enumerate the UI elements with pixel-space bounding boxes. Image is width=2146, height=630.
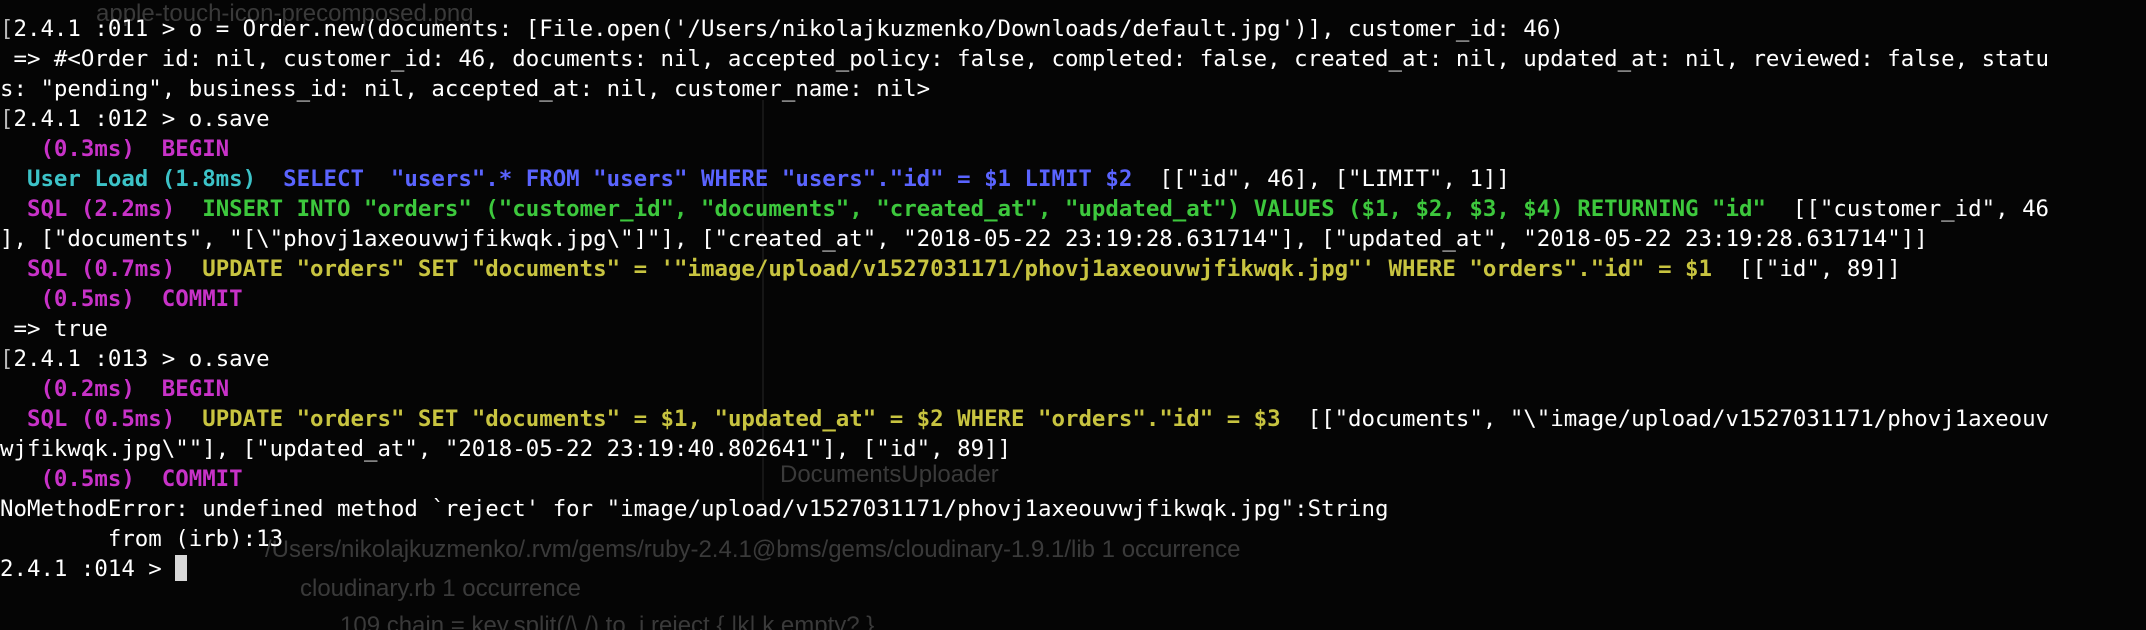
terminal-text-segment: (0.2ms) BEGIN	[0, 376, 230, 402]
terminal-line: [2.4.1 :011 > o = Order.new(documents: […	[0, 14, 2146, 44]
terminal-text-segment: 2.4.1 :011 > o = Order.new(documents: [F…	[13, 16, 1564, 42]
terminal-line: from (irb):13	[0, 524, 2146, 554]
terminal-line: wjfikwqk.jpg\""], ["updated_at", "2018-0…	[0, 434, 2146, 464]
terminal-line: (0.5ms) COMMIT	[0, 284, 2146, 314]
terminal-text-segment: [["id", 89]]	[1712, 256, 1901, 282]
terminal-text-segment: wjfikwqk.jpg\""], ["updated_at", "2018-0…	[0, 436, 1012, 462]
terminal-line: (0.5ms) COMMIT	[0, 464, 2146, 494]
terminal-line: (0.3ms) BEGIN	[0, 134, 2146, 164]
terminal-line: s: "pending", business_id: nil, accepted…	[0, 74, 2146, 104]
text-cursor[interactable]	[175, 555, 188, 581]
terminal-text-segment: User Load (1.8ms)	[0, 166, 284, 192]
terminal-text-segment: [["documents", "\"image/upload/v15270311…	[1280, 406, 2050, 432]
terminal-output: [2.4.1 :011 > o = Order.new(documents: […	[0, 14, 2146, 584]
terminal-text-segment: (0.5ms) COMMIT	[0, 286, 243, 312]
background-window-text: 109 chain = key.split(/\./).to_i.reject …	[340, 612, 875, 630]
terminal-text-segment: SQL (0.7ms)	[0, 256, 203, 282]
terminal-line: 2.4.1 :014 >	[0, 554, 2146, 584]
terminal-line: SQL (2.2ms) INSERT INTO "orders" ("custo…	[0, 194, 2146, 224]
terminal-text-segment: from (irb):13	[0, 526, 284, 552]
terminal-line: SQL (0.5ms) UPDATE "orders" SET "documen…	[0, 404, 2146, 434]
terminal-line: NoMethodError: undefined method `reject'…	[0, 494, 2146, 524]
terminal-text-segment: [	[0, 106, 14, 132]
terminal-text-segment: INSERT INTO "orders" ("customer_id", "do…	[202, 196, 1766, 222]
terminal-text-segment: SQL (0.5ms)	[0, 406, 203, 432]
terminal-text-segment: => true	[0, 316, 108, 342]
terminal-line: [2.4.1 :012 > o.save	[0, 104, 2146, 134]
terminal-text-segment: (0.5ms) COMMIT	[0, 466, 243, 492]
terminal-text-segment: [["customer_id", 46	[1765, 196, 2050, 222]
terminal-window[interactable]: apple-touch-icon-precomposed.png Documen…	[0, 0, 2146, 630]
terminal-text-segment: s: "pending", business_id: nil, accepted…	[0, 76, 931, 102]
terminal-text-segment: 2.4.1 :012 > o.save	[13, 106, 270, 132]
terminal-text-segment: 2.4.1 :013 > o.save	[13, 346, 270, 372]
terminal-text-segment: [["id", 46], ["LIMIT", 1]]	[1132, 166, 1510, 192]
terminal-text-segment: 2.4.1 :014 >	[0, 556, 176, 582]
terminal-text-segment: [	[0, 346, 14, 372]
terminal-text-segment: (0.3ms) BEGIN	[0, 136, 230, 162]
terminal-line: (0.2ms) BEGIN	[0, 374, 2146, 404]
terminal-text-segment: NoMethodError: undefined method `reject'…	[0, 496, 1389, 522]
terminal-text-segment: UPDATE "orders" SET "documents" = $1, "u…	[202, 406, 1281, 432]
terminal-line: [2.4.1 :013 > o.save	[0, 344, 2146, 374]
terminal-line: => true	[0, 314, 2146, 344]
terminal-line: SQL (0.7ms) UPDATE "orders" SET "documen…	[0, 254, 2146, 284]
terminal-line: ], ["documents", "[\"phovj1axeouvwjfikwq…	[0, 224, 2146, 254]
terminal-text-segment: [	[0, 16, 14, 42]
terminal-text-segment: => #<Order id: nil, customer_id: 46, doc…	[0, 46, 2050, 72]
terminal-text-segment: SQL (2.2ms)	[0, 196, 203, 222]
terminal-text-segment: SELECT "users".* FROM "users" WHERE "use…	[283, 166, 1133, 192]
terminal-text-segment: ], ["documents", "[\"phovj1axeouvwjfikwq…	[0, 226, 1928, 252]
terminal-line: => #<Order id: nil, customer_id: 46, doc…	[0, 44, 2146, 74]
terminal-line: User Load (1.8ms) SELECT "users".* FROM …	[0, 164, 2146, 194]
terminal-text-segment: UPDATE "orders" SET "documents" = '"imag…	[202, 256, 1713, 282]
